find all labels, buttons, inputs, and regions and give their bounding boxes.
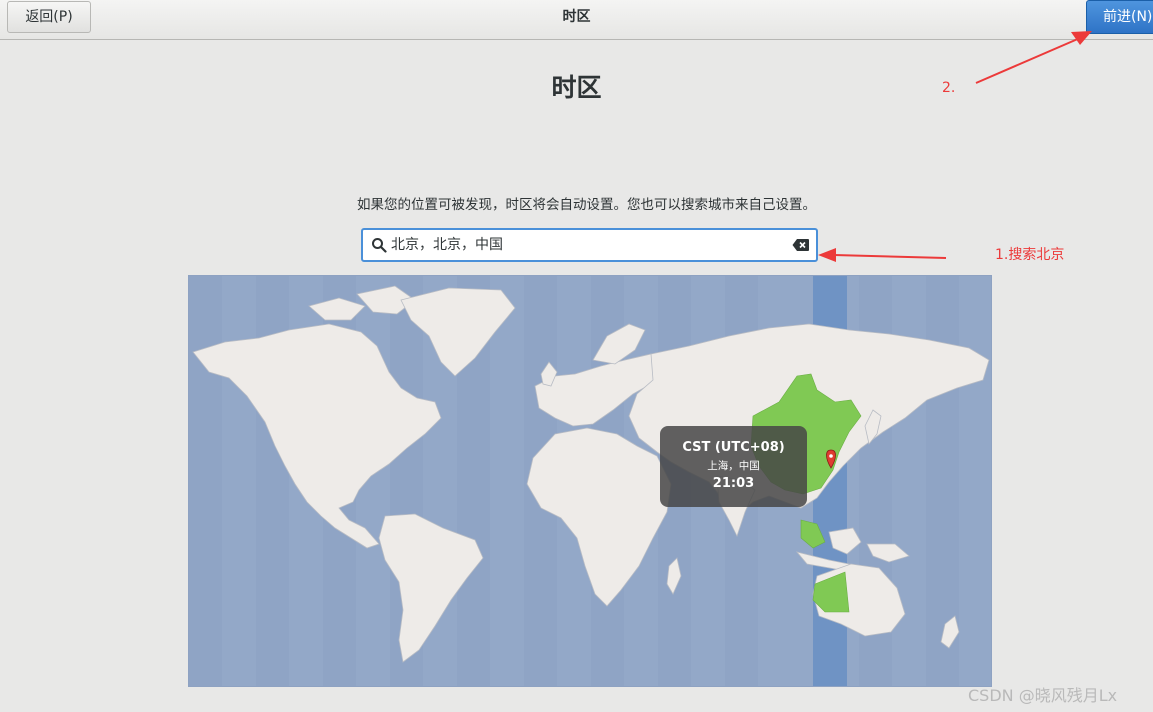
annotation-step-1: 1.搜索北京 — [995, 247, 1065, 263]
page-title: 时区 — [551, 73, 602, 102]
annotation-step-2: 2. — [942, 80, 956, 96]
world-map — [189, 276, 990, 686]
location-search-input[interactable]: 北京，北京，中国 — [361, 228, 818, 262]
header-bar: 返回(P) 时区 前进(N) — [0, 0, 1153, 40]
search-icon — [372, 238, 387, 253]
tooltip-time: 21:03 — [712, 476, 755, 491]
tooltip-city: 上海，中国 — [707, 460, 760, 472]
search-value: 北京，北京，中国 — [391, 237, 503, 253]
tooltip-timezone: CST (UTC+08) — [682, 440, 785, 455]
timezone-tooltip: CST (UTC+08) 上海，中国 21:03 — [660, 426, 807, 507]
header-title: 时区 — [562, 9, 591, 25]
watermark: CSDN @晓风残月Lx — [968, 686, 1118, 705]
next-button[interactable]: 前进(N) — [1086, 0, 1153, 34]
clear-icon[interactable] — [792, 238, 810, 252]
arrow-to-search — [818, 248, 947, 262]
timezone-map[interactable] — [188, 275, 992, 687]
page-description: 如果您的位置可被发现，时区将会自动设置。您也可以搜索城市来自己设置。 — [357, 197, 816, 213]
